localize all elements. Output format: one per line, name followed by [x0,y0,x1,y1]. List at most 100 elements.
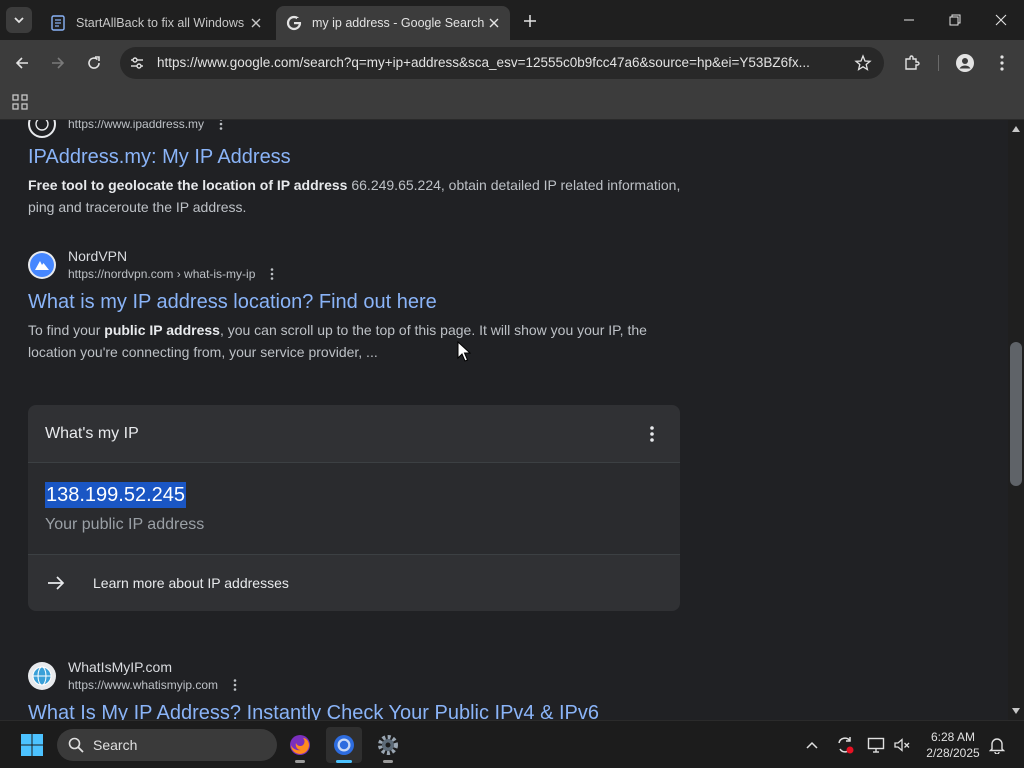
result-site-name: NordVPN [68,248,128,264]
tab-title: StartAllBack to fix all Windows [76,16,245,30]
restore-button[interactable] [932,0,978,40]
restore-icon [949,14,961,26]
learn-more-label: Learn more about IP addresses [93,575,289,591]
tab-startallback[interactable]: StartAllBack to fix all Windows [40,6,272,40]
snippet-text: To find your [28,322,105,338]
reload-button[interactable] [80,49,108,77]
chevron-up-icon [806,741,818,749]
profile-icon [956,54,974,72]
close-tab-icon[interactable] [484,13,504,33]
forward-button[interactable] [44,49,72,77]
volume-muted-icon [894,738,910,752]
result-snippet: To find your public IP address, you can … [28,319,688,363]
more-vert-icon [1000,55,1004,71]
card-heading: What's my IP [45,424,139,442]
clock-date: 2/28/2025 [926,746,980,760]
back-button[interactable] [8,49,36,77]
scrollbar-thumb[interactable] [1010,342,1022,486]
close-tab-icon[interactable] [246,13,266,33]
address-bar[interactable]: https://www.google.com/search?q=my+ip+ad… [120,47,884,79]
tab-google-search[interactable]: my ip address - Google Search [276,6,510,40]
apps-grid-icon[interactable] [12,94,28,110]
mouse-cursor-icon [457,341,471,362]
arrow-right-icon [52,57,65,69]
snippet-bold: public IP address [104,322,220,338]
taskbar-firefox[interactable] [282,727,318,763]
reload-icon [88,56,100,69]
new-tab-button[interactable] [518,9,542,33]
result-title-link[interactable]: IPAddress.my: My IP Address [28,144,688,170]
notifications-button[interactable] [987,735,1007,755]
chrome-icon [334,735,354,755]
sync-alert-icon [838,737,854,754]
tray-volume-button[interactable] [892,735,912,755]
running-indicator [383,760,393,763]
bell-icon [989,738,1005,754]
scroll-down-arrow-icon[interactable] [1008,702,1024,720]
show-hidden-icons-button[interactable] [802,735,822,755]
result-title-link[interactable]: What Is My IP Address? Instantly Check Y… [28,700,688,720]
close-icon [995,14,1007,26]
taskbar-chrome[interactable] [326,727,362,763]
site-settings-icon[interactable] [128,54,146,72]
more-vert-icon[interactable] [230,677,240,693]
result-url[interactable]: https://www.ipaddress.my [68,120,204,133]
more-vert-icon[interactable] [267,266,277,282]
profile-button[interactable] [951,49,979,77]
tab-title: my ip address - Google Search [312,16,484,30]
more-vert-icon[interactable] [646,425,658,443]
tray-sync-button[interactable] [835,735,855,755]
plus-icon [524,15,536,27]
arrow-right-icon [48,576,65,590]
browser-menu-button[interactable] [988,49,1016,77]
page-scrollbar[interactable] [1008,120,1024,720]
puzzle-icon [905,55,920,70]
running-indicator [336,760,352,763]
ip-caption: Your public IP address [45,516,205,533]
result-url[interactable]: https://www.whatismyip.com [68,676,218,694]
tab-strip: StartAllBack to fix all Windows my ip ad… [0,0,1024,40]
settings-gear-icon [378,735,398,755]
search-results-page: https://www.ipaddress.my IPAddress.my: M… [0,120,1008,720]
network-display-icon [867,737,885,753]
minimize-button[interactable] [886,0,932,40]
url-text[interactable]: https://www.google.com/search?q=my+ip+ad… [157,55,847,70]
arrow-left-icon [15,57,28,69]
extensions-button[interactable] [898,49,926,77]
document-favicon-icon [50,15,66,31]
snippet-bold: Free tool to geolocate the location of I… [28,177,348,193]
whatismyip-logo-icon [28,662,56,690]
whats-my-ip-card: What's my IP 138.199.52.245 Your public … [28,405,680,611]
more-vert-icon[interactable] [216,120,226,132]
running-indicator [295,760,305,763]
scroll-up-arrow-icon[interactable] [1008,120,1024,138]
ip-address-value[interactable]: 138.199.52.245 [45,482,187,508]
search-result: NordVPN https://nordvpn.com › what-is-my… [28,247,688,363]
nordvpn-logo-icon [28,251,56,279]
taskbar-search-box[interactable]: Search [57,729,277,761]
windows-taskbar: Search 6:28 AM 2/28/2025 [0,720,1024,768]
bookmark-star-icon[interactable] [854,54,872,72]
chevron-down-icon [14,17,24,24]
search-icon [68,737,84,753]
close-window-button[interactable] [978,0,1024,40]
firefox-icon [290,735,310,755]
search-result: WhatIsMyIP.com https://www.whatismyip.co… [28,658,688,720]
google-favicon-icon [286,15,302,31]
taskbar-clock[interactable]: 6:28 AM 2/28/2025 [918,729,988,761]
taskbar-settings[interactable] [370,727,406,763]
search-result: https://www.ipaddress.my IPAddress.my: M… [28,120,688,218]
tab-search-button[interactable] [6,7,32,33]
tray-network-button[interactable] [866,735,886,755]
learn-more-link[interactable]: Learn more about IP addresses [28,555,680,611]
result-title-link[interactable]: What is my IP address location? Find out… [28,289,688,315]
clock-time: 6:28 AM [930,730,976,744]
result-snippet: Free tool to geolocate the location of I… [28,174,688,218]
result-site-name: WhatIsMyIP.com [68,659,172,675]
windows-start-icon[interactable] [20,733,44,757]
result-url[interactable]: https://nordvpn.com › what-is-my-ip [68,265,255,283]
minimize-icon [904,19,914,21]
globe-icon [28,120,56,138]
taskbar-search-label: Search [93,737,138,753]
bookmarks-bar [0,86,1024,120]
